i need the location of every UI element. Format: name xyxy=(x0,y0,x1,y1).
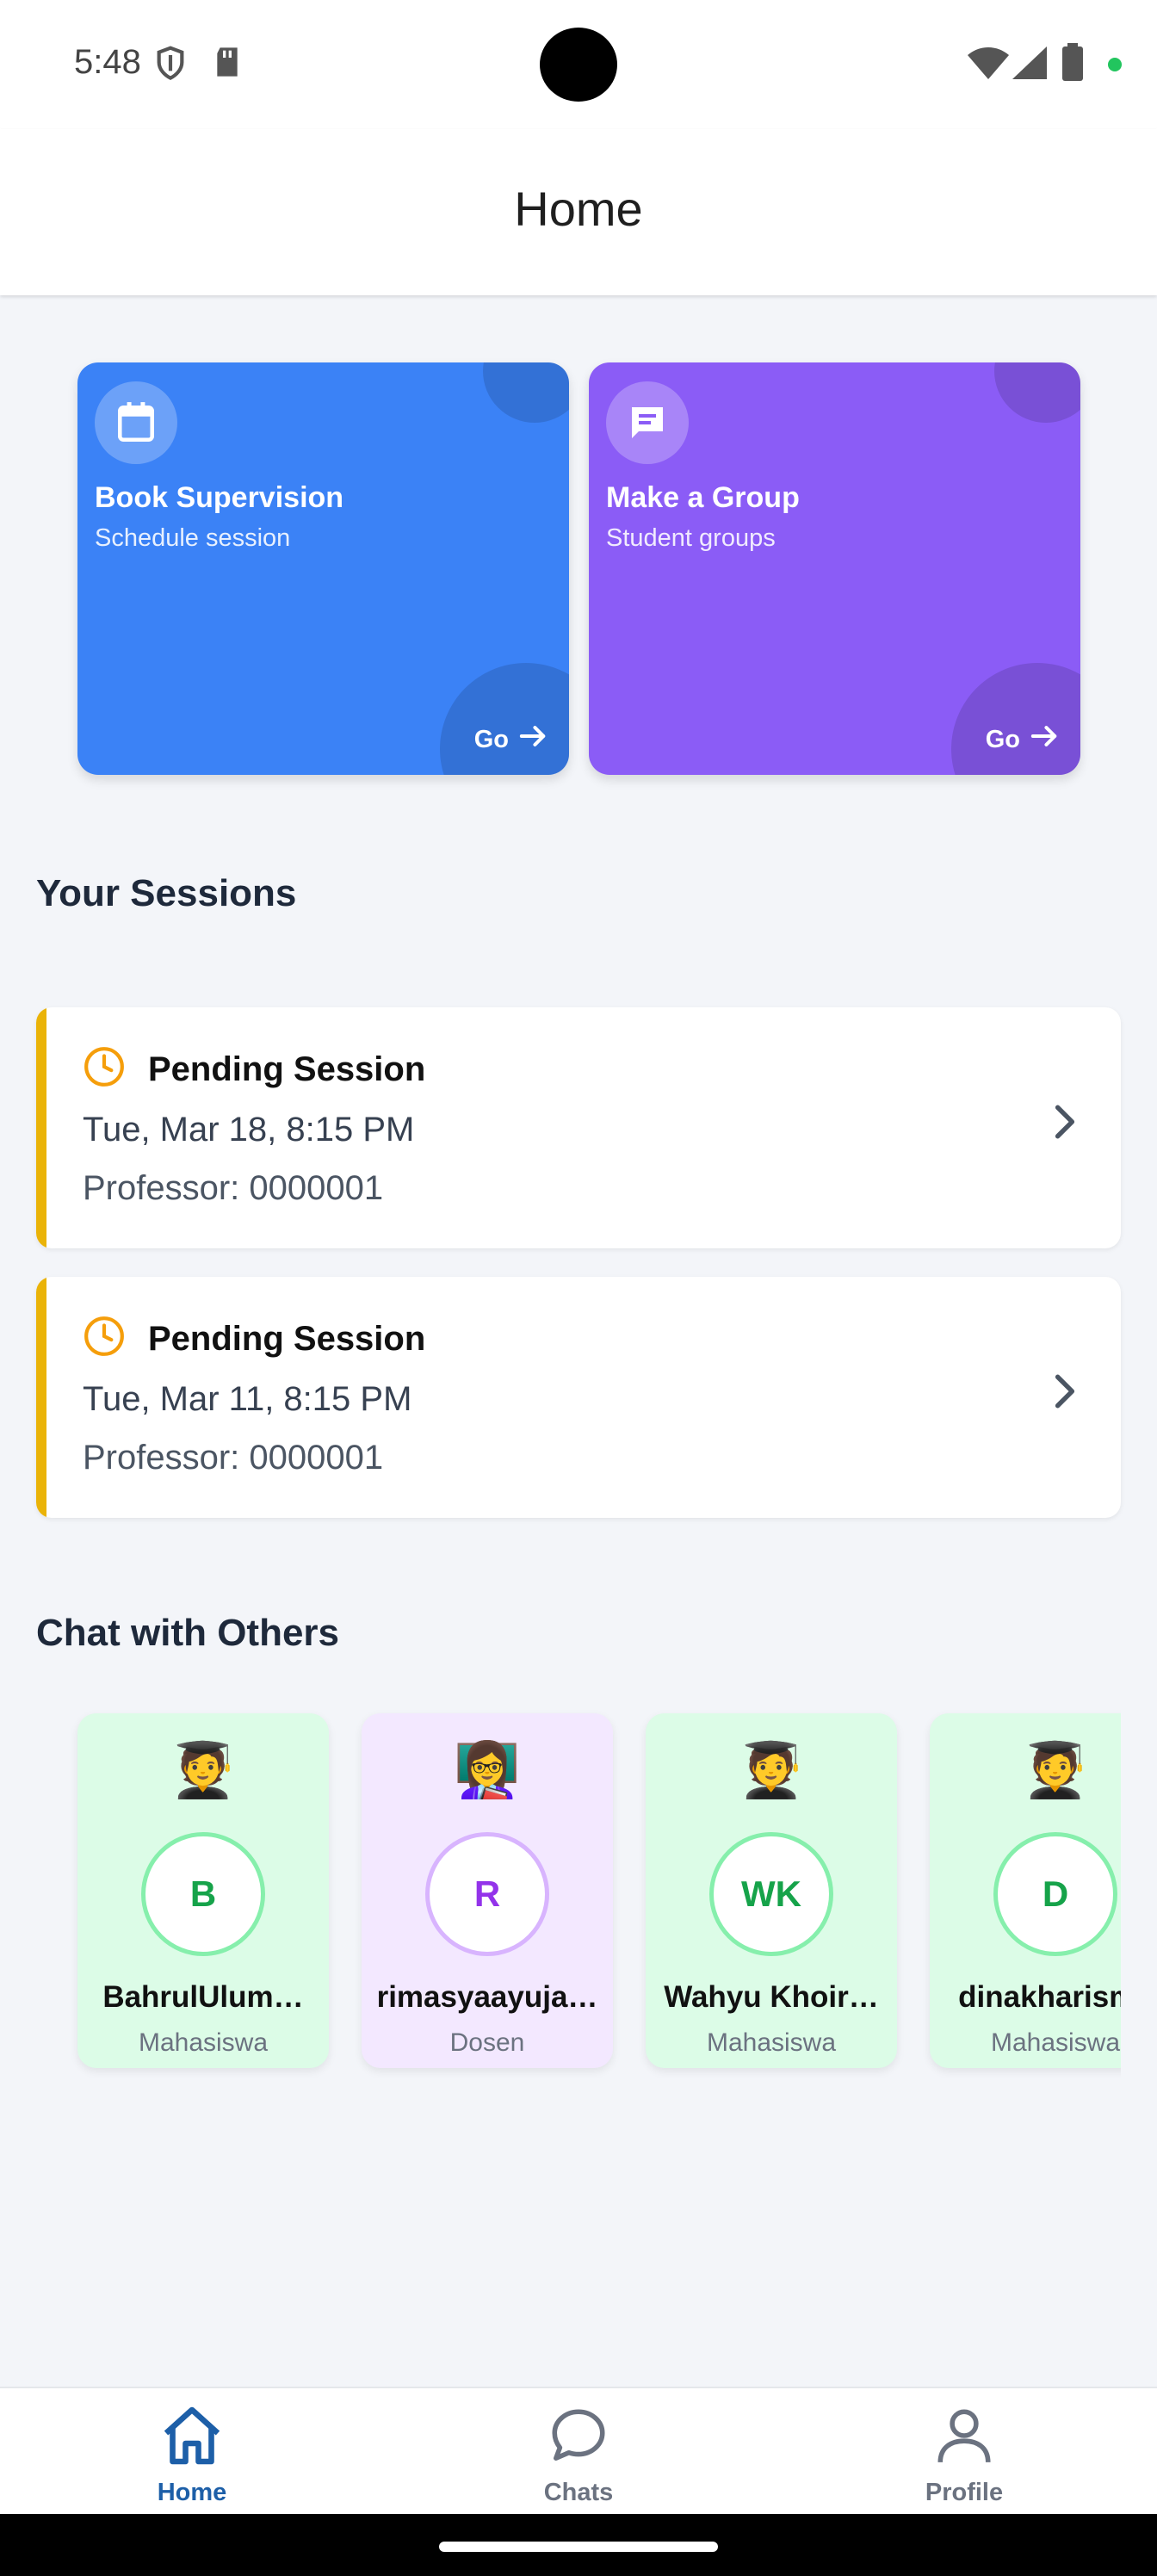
contact-name: BahrulUlum… xyxy=(102,1980,304,2014)
go-button[interactable]: Go xyxy=(474,723,548,756)
session-accent-bar xyxy=(36,1007,46,1248)
avatar: D xyxy=(993,1832,1117,1956)
nav-label: Profile xyxy=(925,2479,1004,2506)
chevron-right-icon xyxy=(1052,1102,1078,1146)
home-icon xyxy=(158,2404,226,2472)
chevron-right-icon xyxy=(1052,1372,1078,1415)
nav-item-home[interactable]: Home xyxy=(63,2404,321,2507)
arrow-right-icon xyxy=(1030,723,1060,756)
contact-name: Wahyu Khoir… xyxy=(664,1980,879,2014)
nav-label: Chats xyxy=(543,2479,614,2506)
contact-role: Mahasiswa xyxy=(138,2028,269,2057)
app-bar: Home xyxy=(0,129,1157,295)
avatar: WK xyxy=(709,1832,833,1956)
student-emoji: 🧑‍🎓 xyxy=(170,1741,237,1800)
card-subtitle: Student groups xyxy=(606,524,776,552)
session-status: Pending Session xyxy=(148,1320,426,1358)
sd-card-icon xyxy=(212,45,243,84)
contact-card[interactable]: 🧑‍🎓 D dinakharisma Mahasiswa xyxy=(930,1713,1121,2068)
decor-circle xyxy=(483,362,569,423)
contact-role: Dosen xyxy=(449,2028,525,2057)
avatar: B xyxy=(141,1832,265,1956)
chat-icon xyxy=(547,2404,610,2472)
chat-section-title: Chat with Others xyxy=(36,1612,340,1654)
session-card[interactable]: Pending Session Tue, Mar 11, 8:15 PM Pro… xyxy=(36,1277,1121,1518)
contact-role: Mahasiswa xyxy=(990,2028,1121,2057)
chat-bubble-icon xyxy=(606,381,689,464)
contact-card[interactable]: 👩‍🏫 R rimasyaayuja… Dosen xyxy=(362,1713,613,2068)
session-date: Tue, Mar 11, 8:15 PM xyxy=(83,1380,412,1418)
contact-card[interactable]: 🧑‍🎓 B BahrulUlum… Mahasiswa xyxy=(77,1713,329,2068)
student-emoji: 🧑‍🎓 xyxy=(1022,1741,1089,1800)
go-label: Go xyxy=(473,725,509,753)
wifi-icon xyxy=(968,46,1009,84)
contact-card[interactable]: 🧑‍🎓 WK Wahyu Khoir… Mahasiswa xyxy=(646,1713,897,2068)
arrow-right-icon xyxy=(519,723,548,756)
decor-circle xyxy=(994,362,1080,423)
nav-item-profile[interactable]: Profile xyxy=(835,2404,1093,2507)
signal-icon xyxy=(1012,46,1047,84)
nav-item-chats[interactable]: Chats xyxy=(449,2404,708,2507)
clock-icon xyxy=(83,1045,126,1093)
go-button[interactable]: Go xyxy=(986,723,1060,756)
card-subtitle: Schedule session xyxy=(95,524,291,552)
nav-label: Home xyxy=(157,2479,227,2506)
teacher-emoji: 👩‍🏫 xyxy=(454,1741,521,1800)
session-date: Tue, Mar 18, 8:15 PM xyxy=(83,1111,415,1149)
make-group-card[interactable]: Make a Group Student groups Go xyxy=(589,362,1080,775)
person-icon xyxy=(932,2404,996,2472)
decor-circle xyxy=(951,663,1080,775)
calendar-icon xyxy=(95,381,177,464)
contacts-carousel[interactable]: 🧑‍🎓 B BahrulUlum… Mahasiswa 👩‍🏫 R rimasy… xyxy=(36,1696,1121,2109)
card-title: Book Supervision xyxy=(95,481,344,514)
sessions-section-title: Your Sessions xyxy=(36,872,297,914)
status-time: 5:48 xyxy=(74,43,141,81)
contact-name: dinakharisma xyxy=(958,1980,1121,2014)
clock-icon xyxy=(83,1315,126,1362)
contact-role: Mahasiswa xyxy=(706,2028,837,2057)
session-professor: Professor: 0000001 xyxy=(83,1439,384,1477)
home-gesture-handle[interactable] xyxy=(439,2542,718,2552)
book-supervision-card[interactable]: Book Supervision Schedule session Go xyxy=(77,362,569,775)
session-status: Pending Session xyxy=(148,1050,426,1088)
bottom-navigation: Home Chats Profile xyxy=(0,2387,1157,2514)
session-card[interactable]: Pending Session Tue, Mar 18, 8:15 PM Pro… xyxy=(36,1007,1121,1248)
battery-icon xyxy=(1062,43,1083,85)
session-accent-bar xyxy=(36,1277,46,1518)
avatar: R xyxy=(425,1832,549,1956)
contact-name: rimasyaayuja… xyxy=(376,1980,598,2014)
decor-circle xyxy=(440,663,569,775)
shield-icon xyxy=(153,45,188,87)
privacy-indicator-dot xyxy=(1107,57,1123,77)
go-label: Go xyxy=(985,725,1020,753)
card-title: Make a Group xyxy=(606,481,800,514)
status-bar: 5:48 xyxy=(0,0,1157,129)
page-title: Home xyxy=(514,182,643,236)
front-camera xyxy=(540,28,617,102)
student-emoji: 🧑‍🎓 xyxy=(738,1741,805,1800)
session-professor: Professor: 0000001 xyxy=(83,1169,384,1207)
